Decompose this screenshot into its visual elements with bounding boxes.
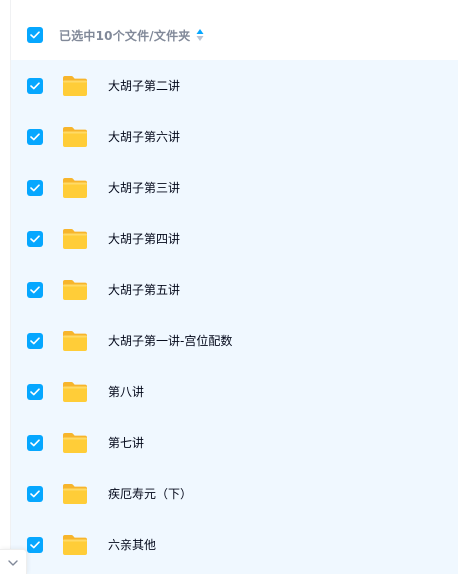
check-icon: [30, 132, 40, 140]
file-row[interactable]: 大胡子第一讲-宫位配数: [11, 315, 458, 366]
file-name[interactable]: 大胡子第六讲: [108, 128, 180, 145]
file-name[interactable]: 大胡子第一讲-宫位配数: [108, 332, 232, 349]
row-checkbox[interactable]: [27, 230, 43, 247]
file-name[interactable]: 大胡子第四讲: [108, 230, 180, 247]
row-checkbox[interactable]: [27, 281, 43, 298]
file-name[interactable]: 六亲其他: [108, 536, 156, 553]
row-checkbox[interactable]: [27, 383, 43, 400]
file-row[interactable]: 第八讲: [11, 366, 458, 417]
file-row[interactable]: 大胡子第四讲: [11, 213, 458, 264]
row-checkbox[interactable]: [27, 128, 43, 145]
folder-icon: [62, 534, 88, 556]
file-name[interactable]: 疾厄寿元（下）: [108, 485, 192, 502]
row-checkbox[interactable]: [27, 77, 43, 94]
check-icon: [30, 234, 40, 242]
folder-icon: [62, 75, 88, 97]
file-row[interactable]: 疾厄寿元（下）: [11, 468, 458, 519]
folder-icon: [62, 228, 88, 250]
file-name[interactable]: 第八讲: [108, 383, 144, 400]
file-row[interactable]: 大胡子第二讲: [11, 60, 458, 111]
folder-icon: [62, 432, 88, 454]
check-icon: [30, 387, 40, 395]
selection-count-label: 已选中10个文件/文件夹: [59, 28, 191, 43]
file-list-page: 已选中10个文件/文件夹 大胡子第二讲 大胡子第六讲 大胡子第三讲 大胡子第四讲 大胡子…: [0, 0, 458, 574]
folder-icon: [62, 330, 88, 352]
file-row[interactable]: 大胡子第三讲: [11, 162, 458, 213]
file-name[interactable]: 第七讲: [108, 434, 144, 451]
row-checkbox[interactable]: [27, 434, 43, 451]
row-checkbox[interactable]: [27, 332, 43, 349]
check-icon: [30, 336, 40, 344]
folder-icon: [62, 177, 88, 199]
folder-icon: [62, 483, 88, 505]
select-all-checkbox[interactable]: [27, 27, 43, 43]
file-row[interactable]: 六亲其他: [11, 519, 458, 570]
check-icon: [30, 438, 40, 446]
check-icon: [30, 81, 40, 89]
chevron-down-icon: [8, 559, 18, 566]
collapse-toggle[interactable]: [0, 549, 27, 574]
row-checkbox[interactable]: [27, 536, 43, 553]
folder-icon: [62, 279, 88, 301]
check-icon: [30, 540, 40, 548]
file-name[interactable]: 大胡子第五讲: [108, 281, 180, 298]
row-checkbox[interactable]: [27, 485, 43, 502]
file-name[interactable]: 大胡子第三讲: [108, 179, 180, 196]
check-icon: [30, 31, 40, 39]
file-row[interactable]: 第七讲: [11, 417, 458, 468]
folder-icon: [62, 381, 88, 403]
file-row[interactable]: 大胡子第五讲: [11, 264, 458, 315]
check-icon: [30, 285, 40, 293]
file-list: 大胡子第二讲 大胡子第六讲 大胡子第三讲 大胡子第四讲 大胡子第五讲大胡子第一讲-宫位配…: [11, 60, 458, 574]
file-name[interactable]: 大胡子第二讲: [108, 77, 180, 94]
file-row[interactable]: 大胡子第六讲: [11, 111, 458, 162]
check-icon: [30, 489, 40, 497]
list-header: 已选中10个文件/文件夹: [11, 10, 458, 60]
folder-icon: [62, 126, 88, 148]
row-checkbox[interactable]: [27, 179, 43, 196]
check-icon: [30, 183, 40, 191]
sort-icon[interactable]: [196, 28, 204, 42]
